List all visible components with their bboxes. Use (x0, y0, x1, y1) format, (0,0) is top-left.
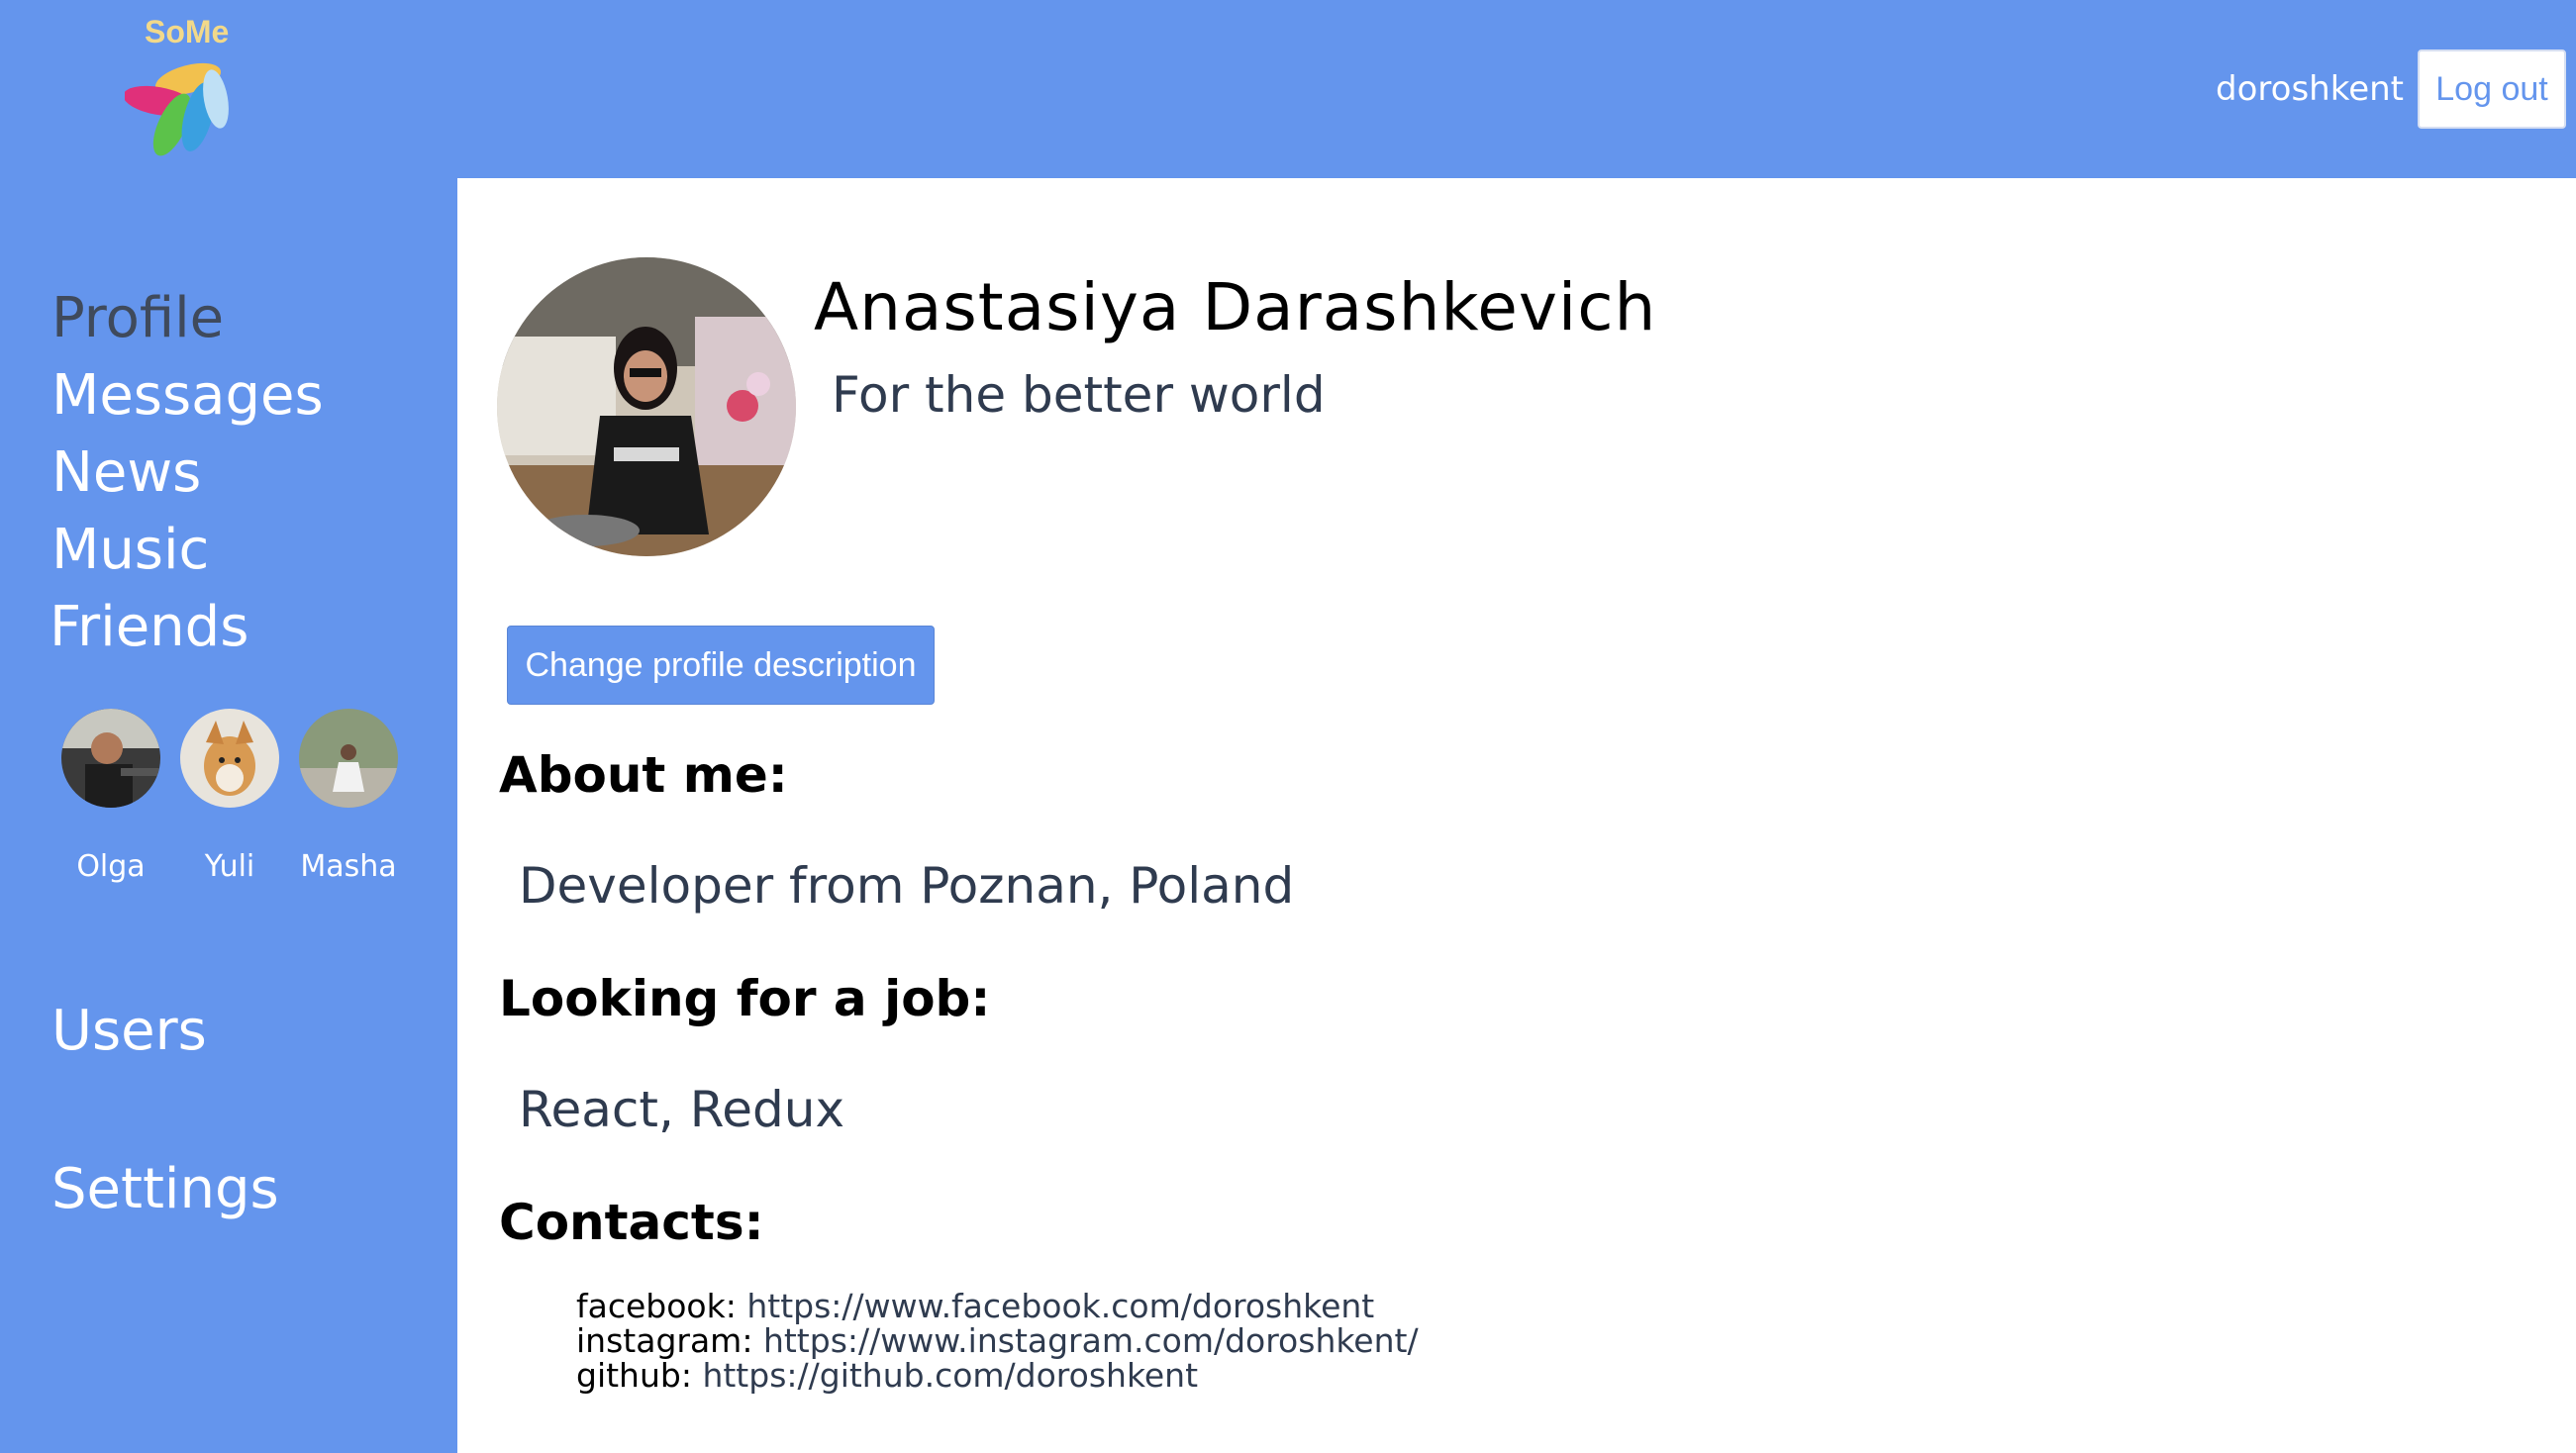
contact-link[interactable]: https://www.facebook.com/doroshkent (746, 1287, 1374, 1325)
profile-full-name: Anastasiya Darashkevich (814, 269, 1657, 345)
about-title: About me: (499, 746, 788, 804)
avatar (61, 709, 160, 808)
nav-messages[interactable]: Messages (51, 364, 324, 428)
friend-name: Yuli (204, 849, 255, 884)
contacts-list: facebook: https://www.facebook.com/doros… (576, 1289, 1419, 1393)
logo-icon (125, 62, 229, 156)
friend-item[interactable]: Olga (51, 709, 170, 884)
avatar (299, 709, 398, 808)
current-user-name[interactable]: doroshkent (2216, 69, 2404, 109)
contact-instagram: instagram: https://www.instagram.com/dor… (576, 1323, 1419, 1358)
nav-friends[interactable]: Friends (50, 596, 248, 659)
contact-link[interactable]: https://github.com/doroshkent (702, 1356, 1198, 1395)
contact-link[interactable]: https://www.instagram.com/doroshkent/ (763, 1321, 1419, 1360)
login-block: doroshkent Log out (2216, 49, 2566, 129)
header: SoMe doroshkent Log out (0, 0, 2576, 178)
friend-item[interactable]: Masha (289, 709, 408, 884)
change-profile-button[interactable]: Change profile description (507, 626, 935, 705)
sidebar: Profile Messages News Music Friends Olga (0, 178, 457, 1453)
friend-name: Masha (300, 849, 397, 884)
profile-content: Anastasiya Darashkevich For the better w… (457, 178, 2576, 1453)
contact-label: facebook: (576, 1287, 737, 1325)
contacts-title: Contacts: (499, 1194, 764, 1251)
contact-label: github: (576, 1356, 692, 1395)
nav-profile[interactable]: Profile (51, 287, 224, 350)
contact-github: github: https://github.com/doroshkent (576, 1358, 1419, 1393)
friend-name: Olga (76, 849, 146, 884)
app-root: SoMe doroshkent Log out Profile Messages… (0, 0, 2576, 1453)
nav-music[interactable]: Music (51, 519, 209, 582)
about-value: Developer from Poznan, Poland (519, 857, 1295, 915)
contact-facebook: facebook: https://www.facebook.com/doros… (576, 1289, 1419, 1323)
profile-avatar (497, 257, 796, 556)
job-title: Looking for a job: (499, 970, 991, 1027)
logout-button[interactable]: Log out (2418, 49, 2566, 129)
avatar (180, 709, 279, 808)
friend-item[interactable]: Yuli (170, 709, 289, 884)
job-value: React, Redux (519, 1081, 845, 1138)
logo-text: SoMe (145, 14, 230, 49)
nav-settings[interactable]: Settings (51, 1158, 279, 1221)
nav-users[interactable]: Users (51, 1000, 207, 1063)
nav-news[interactable]: News (51, 441, 201, 505)
contact-label: instagram: (576, 1321, 753, 1360)
profile-status: For the better world (832, 366, 1326, 424)
